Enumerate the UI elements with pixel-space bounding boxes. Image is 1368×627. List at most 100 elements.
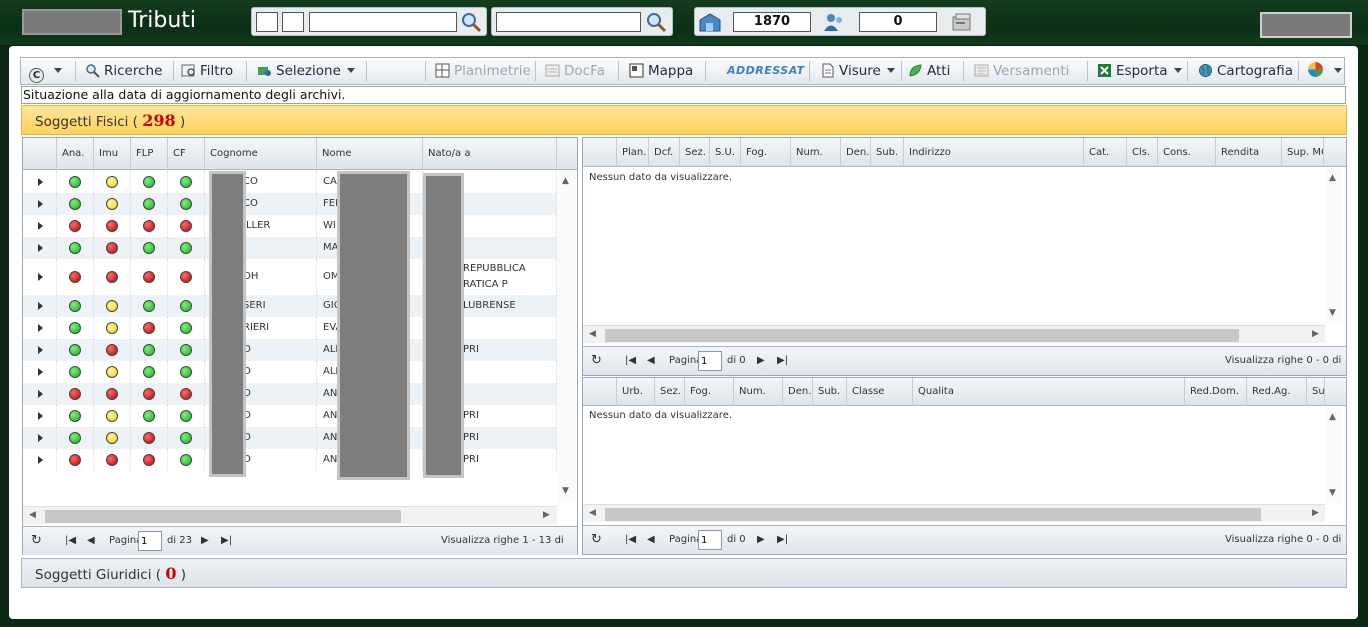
toolbar-ricerche[interactable]: Ricerche [85,58,162,84]
people-icon[interactable] [822,11,846,33]
header-imu[interactable]: Imu [94,138,131,170]
header-red-ag[interactable]: Red.Ag. [1247,378,1307,406]
header-sup-mq[interactable]: Sup. MQ [1282,138,1324,167]
table-row[interactable]: SERI GIC LUBRENSE [23,295,557,317]
subjects-horizontal-scrollbar[interactable]: ◀ ▶ [23,506,557,524]
table-row[interactable]: O AN(PRI [23,405,557,427]
search-prefix-box-2[interactable] [282,12,304,32]
toolbar-versamenti[interactable]: Versamenti [974,58,1069,84]
row-expander[interactable] [23,193,57,215]
toolbar-atti[interactable]: Atti [908,58,950,84]
section-soggetti-fisici[interactable]: Soggetti Fisici ( 298 ) [21,105,1347,135]
last-page-icon[interactable]: ▶| [777,526,788,554]
scroll-thumb[interactable] [605,329,1239,342]
toolbar-c-menu[interactable]: C [29,58,62,84]
prev-page-icon[interactable]: ◀ [647,347,655,375]
row-expander[interactable] [23,215,57,237]
header-cat[interactable]: Cat. [1084,138,1127,167]
scroll-thumb[interactable] [45,510,401,523]
section-soggetti-giuridici[interactable]: Soggetti Giuridici ( 0 ) [21,558,1347,588]
row-expander[interactable] [23,339,57,361]
toolbar-esporta[interactable]: Esporta [1097,58,1182,84]
table-row[interactable]: O ANI PRI [23,427,557,449]
header-urb[interactable]: Urb. [617,378,655,406]
toolbar-theme-menu[interactable] [1307,58,1342,84]
header-cons[interactable]: Cons. [1158,138,1216,167]
table-row[interactable]: O ALE [23,361,557,383]
header-sez[interactable]: Sez. [680,138,710,167]
refresh-icon[interactable]: ↻ [591,526,602,554]
table-row[interactable]: CO FEI [23,193,557,215]
first-page-icon[interactable]: |◀ [625,526,636,554]
header-plan[interactable]: Plan. [617,138,649,167]
next-page-icon[interactable]: ▶ [757,526,765,554]
toolbar-addressat[interactable]: ADDRESSAT [715,58,805,84]
buildings-icon[interactable] [698,11,722,33]
row-expander[interactable] [23,295,57,317]
header-cls[interactable]: Cls. [1127,138,1158,167]
table-row[interactable]: MA [23,237,557,259]
row-expander[interactable] [23,449,57,471]
header-num[interactable]: Num. [791,138,841,167]
table-row[interactable]: CO CA [23,171,557,193]
fabbricati-vertical-scrollbar[interactable]: ▲ ▼ [1325,168,1343,323]
page-number-input[interactable] [698,351,722,371]
header-sez[interactable]: Sez. [655,378,685,406]
header-su[interactable]: S.U. [710,138,741,167]
prev-page-icon[interactable]: ◀ [647,526,655,554]
terreni-vertical-scrollbar[interactable]: ▲ ▼ [1325,407,1343,503]
toolbar-planimetrie[interactable]: Planimetrie [435,58,531,84]
last-page-icon[interactable]: ▶| [777,347,788,375]
last-page-icon[interactable]: ▶| [221,527,232,555]
search-prefix-box-1[interactable] [256,12,278,32]
search-input-2[interactable] [496,12,641,32]
prev-page-icon[interactable]: ◀ [87,527,95,555]
header-fog[interactable]: Fog. [685,378,734,406]
header-cf[interactable]: CF [168,138,205,170]
header-su[interactable]: Su [1307,378,1325,406]
toolbar-filtro[interactable]: Filtro [181,58,233,84]
header-cognome[interactable]: Cognome [205,138,317,170]
refresh-icon[interactable]: ↻ [591,347,602,375]
header-nato[interactable]: Nato/a a [423,138,557,170]
header-dcf[interactable]: Dcf. [649,138,680,167]
toolbar-cartografia[interactable]: Cartografia [1198,58,1293,84]
header-sub[interactable]: Sub. [813,378,847,406]
header-red-dom[interactable]: Red.Dom. [1185,378,1247,406]
table-row[interactable]: RIERI EVA [23,317,557,339]
toolbar-mappa[interactable]: Mappa [629,58,693,84]
table-row[interactable]: O AN( [23,383,557,405]
subjects-vertical-scrollbar[interactable]: ▲ ▼ [558,171,576,501]
page-number-input[interactable] [138,531,162,551]
database-icon[interactable] [950,11,974,33]
search-icon[interactable] [645,11,667,33]
page-number-input[interactable] [698,530,722,550]
row-expander[interactable] [23,405,57,427]
first-page-icon[interactable]: |◀ [625,347,636,375]
header-qualita[interactable]: Qualita [913,378,1185,406]
row-expander[interactable] [23,317,57,339]
header-flp[interactable]: FLP [131,138,168,170]
next-page-icon[interactable]: ▶ [201,527,209,555]
table-row[interactable]: OH OM REPUBBLICA RATICA P [23,259,557,295]
row-expander[interactable] [23,237,57,259]
row-expander[interactable] [23,171,57,193]
toolbar-selezione[interactable]: Selezione [257,58,355,84]
scroll-thumb[interactable] [605,508,1261,521]
header-num[interactable]: Num. [734,378,783,406]
search-input-1[interactable] [309,12,457,32]
row-expander[interactable] [23,427,57,449]
table-row[interactable]: O ANI PRI [23,449,557,471]
table-row[interactable]: ILLER WI [23,215,557,237]
header-den[interactable]: Den. [841,138,871,167]
row-expander[interactable] [23,259,57,295]
toolbar-visure[interactable]: Visure [820,58,895,84]
table-row[interactable]: O ALE PRI [23,339,557,361]
header-ana[interactable]: Ana. [57,138,94,170]
header-classe[interactable]: Classe [847,378,913,406]
header-fog[interactable]: Fog. [741,138,791,167]
header-sub[interactable]: Sub. [871,138,904,167]
refresh-icon[interactable]: ↻ [31,527,42,555]
row-expander[interactable] [23,383,57,405]
user-menu-placeholder[interactable] [1260,12,1352,38]
